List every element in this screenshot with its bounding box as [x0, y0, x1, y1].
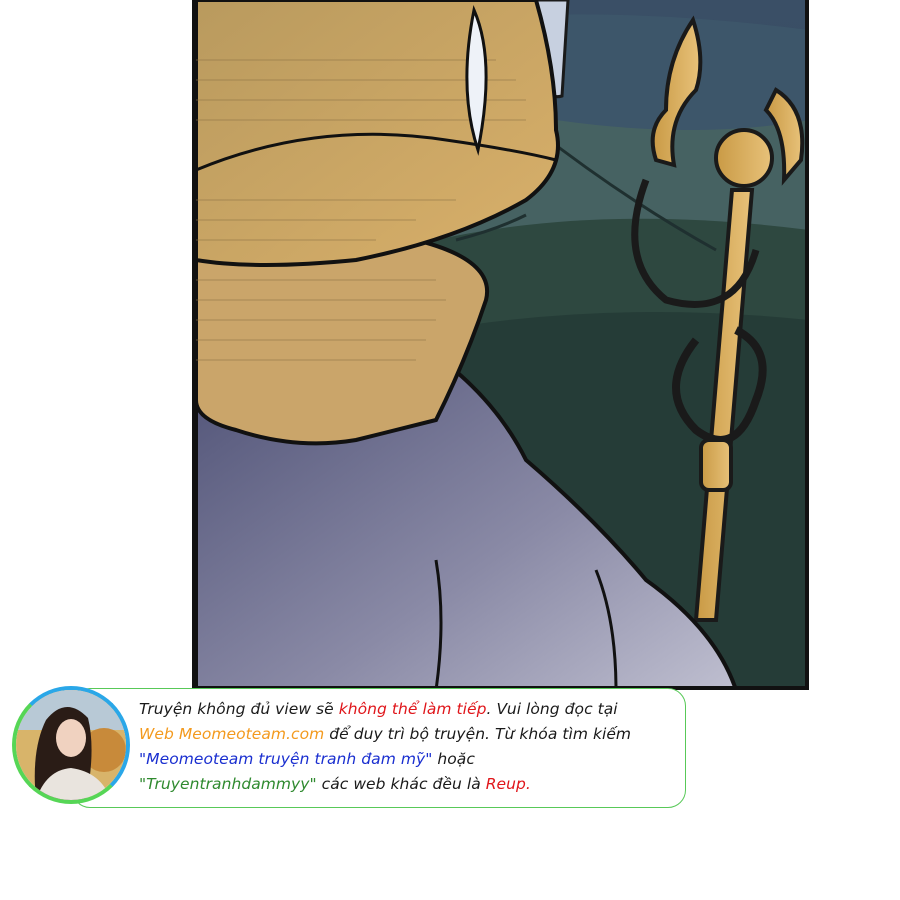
- notice-text-segment: Truyện không đủ view sẽ: [139, 700, 339, 718]
- avatar-image: [16, 690, 126, 800]
- notice-text: Truyện không đủ view sẽ không thể làm ti…: [139, 697, 687, 797]
- notice-text-segment: hoặc: [432, 750, 475, 768]
- site-link[interactable]: Web Meomeoteam.com: [139, 725, 324, 743]
- comic-illustration: [196, 0, 805, 686]
- notice-text-segment: . Vui lòng đọc tại: [486, 700, 618, 718]
- highlight-reup: Reup.: [485, 775, 531, 793]
- notice-line-3: "Meomeoteam truyện tranh đam mỹ" hoặc: [139, 747, 687, 772]
- search-keyword-1: "Meomeoteam truyện tranh đam mỹ": [139, 750, 433, 768]
- notice-line-2: Web Meomeoteam.com để duy trì bộ truyện.…: [139, 722, 687, 747]
- comic-panel: [192, 0, 809, 690]
- reup-notice-banner: Truyện không đủ view sẽ không thể làm ti…: [12, 686, 688, 810]
- highlight-cannot-continue: không thể làm tiếp: [338, 700, 487, 718]
- notice-text-segment: các web khác đều là: [316, 775, 486, 793]
- notice-line-4: "Truyentranhdammyy" các web khác đều là …: [139, 772, 687, 797]
- notice-text-segment: để duy trì bộ truyện. Từ khóa tìm kiếm: [324, 725, 632, 743]
- notice-line-1: Truyện không đủ view sẽ không thể làm ti…: [139, 697, 687, 722]
- girl-portrait-avatar-icon: [12, 686, 130, 804]
- search-keyword-2: "Truyentranhdammyy": [139, 775, 317, 793]
